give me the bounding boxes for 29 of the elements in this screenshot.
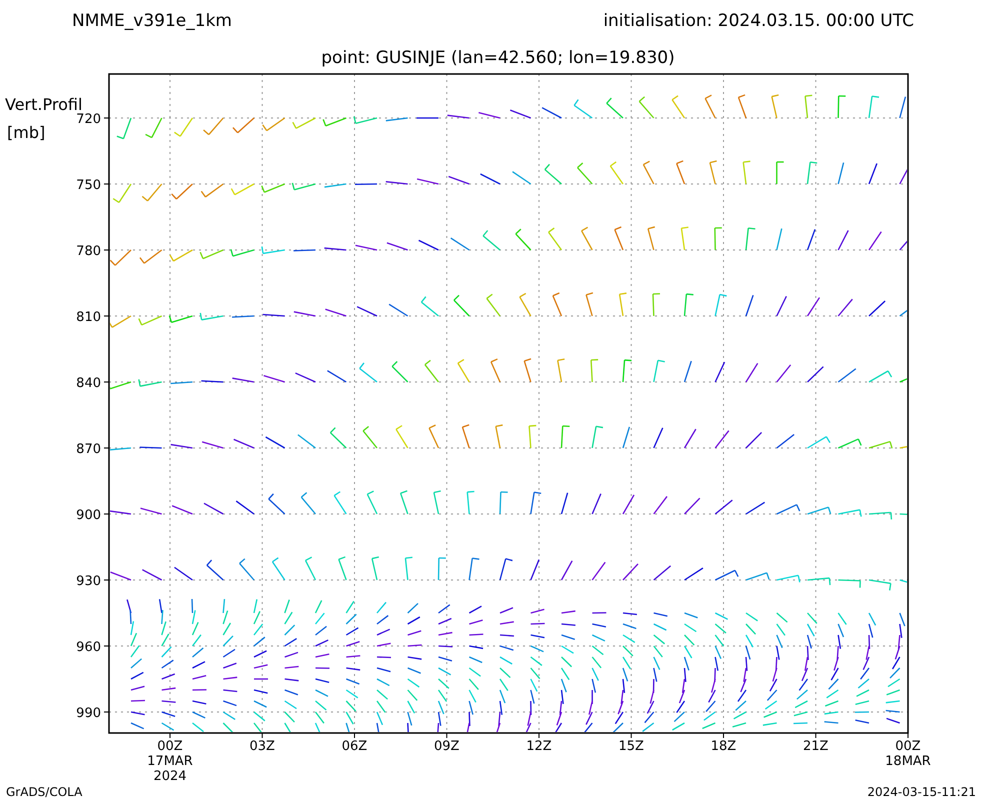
- year-label: 2024: [153, 769, 187, 784]
- axis-title: Vert.Profil: [5, 95, 82, 114]
- y-tick-label: 840: [76, 376, 101, 391]
- x-tick-label: 09Z: [434, 739, 460, 754]
- y-tick-label: 960: [76, 640, 101, 655]
- x-tick-label: 00Z: [157, 739, 183, 754]
- axis-unit: [mb]: [7, 123, 46, 142]
- y-tick-label: 870: [76, 442, 101, 457]
- y-tick-label: 990: [76, 706, 101, 721]
- y-tick-label: 780: [76, 244, 101, 259]
- x-tick-label: 06Z: [342, 739, 368, 754]
- y-tick-label: 720: [76, 112, 101, 127]
- location-title: point: GUSINJE (lan=42.560; lon=19.830): [321, 48, 675, 68]
- x-tick-label: 15Z: [618, 739, 644, 754]
- model-name: NMME_v391e_1km: [72, 11, 232, 31]
- date-label: 17MAR: [147, 754, 193, 769]
- y-tick-label: 930: [76, 574, 101, 589]
- date-label: 18MAR: [885, 754, 931, 769]
- y-tick-label: 750: [76, 178, 101, 193]
- y-tick-label: 810: [76, 310, 101, 325]
- x-tick-label: 03Z: [250, 739, 275, 754]
- y-tick-label: 900: [76, 508, 101, 523]
- timestamp-label: 2024-03-15-11:21: [867, 785, 976, 799]
- initialisation-time: initialisation: 2024.03.15. 00:00 UTC: [603, 11, 914, 31]
- x-tick-label: 00Z: [895, 739, 921, 754]
- credit-label: GrADS/COLA: [6, 785, 82, 799]
- x-tick-label: 18Z: [710, 739, 736, 754]
- x-tick-label: 21Z: [803, 739, 828, 754]
- x-tick-label: 12Z: [526, 739, 552, 754]
